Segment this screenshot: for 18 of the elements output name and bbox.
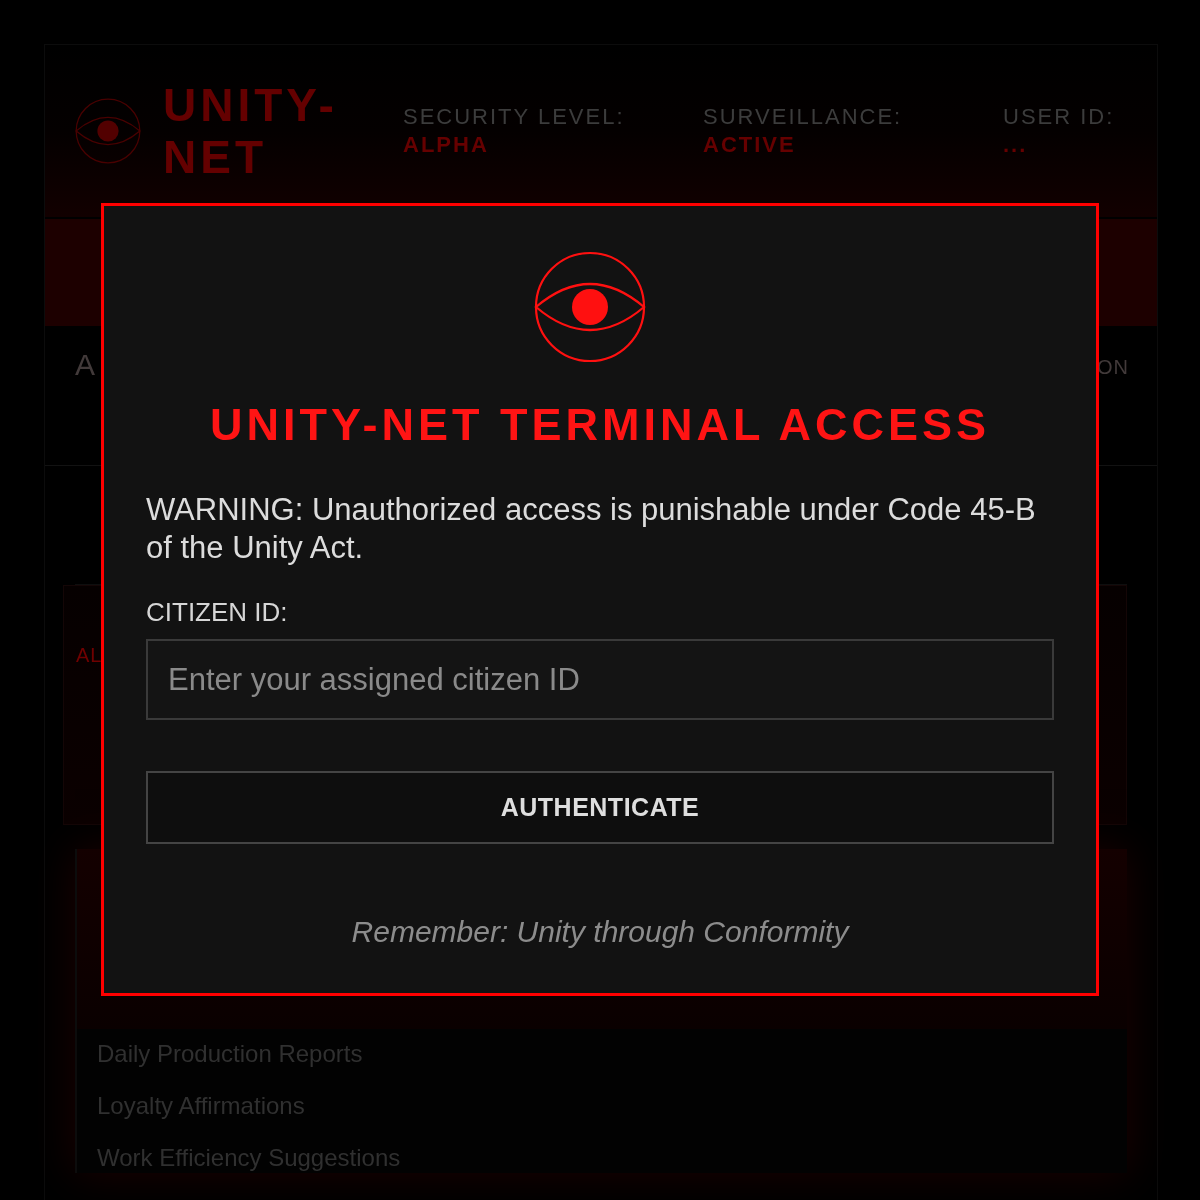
stat-value: ACTIVE — [703, 131, 797, 159]
footer-note: Remember: Unity through Conformity — [351, 914, 849, 950]
stat-value: ... — [1003, 131, 1029, 159]
section-heading: A — [75, 348, 97, 382]
card-label: AL — [76, 644, 103, 667]
authenticate-button[interactable]: AUTHENTICATE — [146, 771, 1054, 844]
dialog-title: UNITY-NET TERMINAL ACCESS — [209, 399, 990, 451]
stat-label: SECURITY LEVEL: — [403, 103, 626, 131]
eye-logo-icon — [75, 98, 141, 164]
stat-label: SURVEILLANCE: — [703, 103, 904, 131]
stat-value: ALPHA — [403, 131, 490, 159]
section-link[interactable]: ON — [1097, 356, 1129, 379]
logo-text: UNITY-NET — [163, 79, 339, 183]
eye-icon — [534, 251, 646, 363]
warning-text: WARNING: Unauthorized access is punishable under Code 45-B of the Unity Act. — [146, 491, 1037, 567]
stat-label: USER ID: — [1003, 103, 1115, 131]
citizen-id-field[interactable]: Enter your assigned citizen ID — [146, 639, 1054, 720]
field-label: CITIZEN ID: — [146, 597, 289, 627]
